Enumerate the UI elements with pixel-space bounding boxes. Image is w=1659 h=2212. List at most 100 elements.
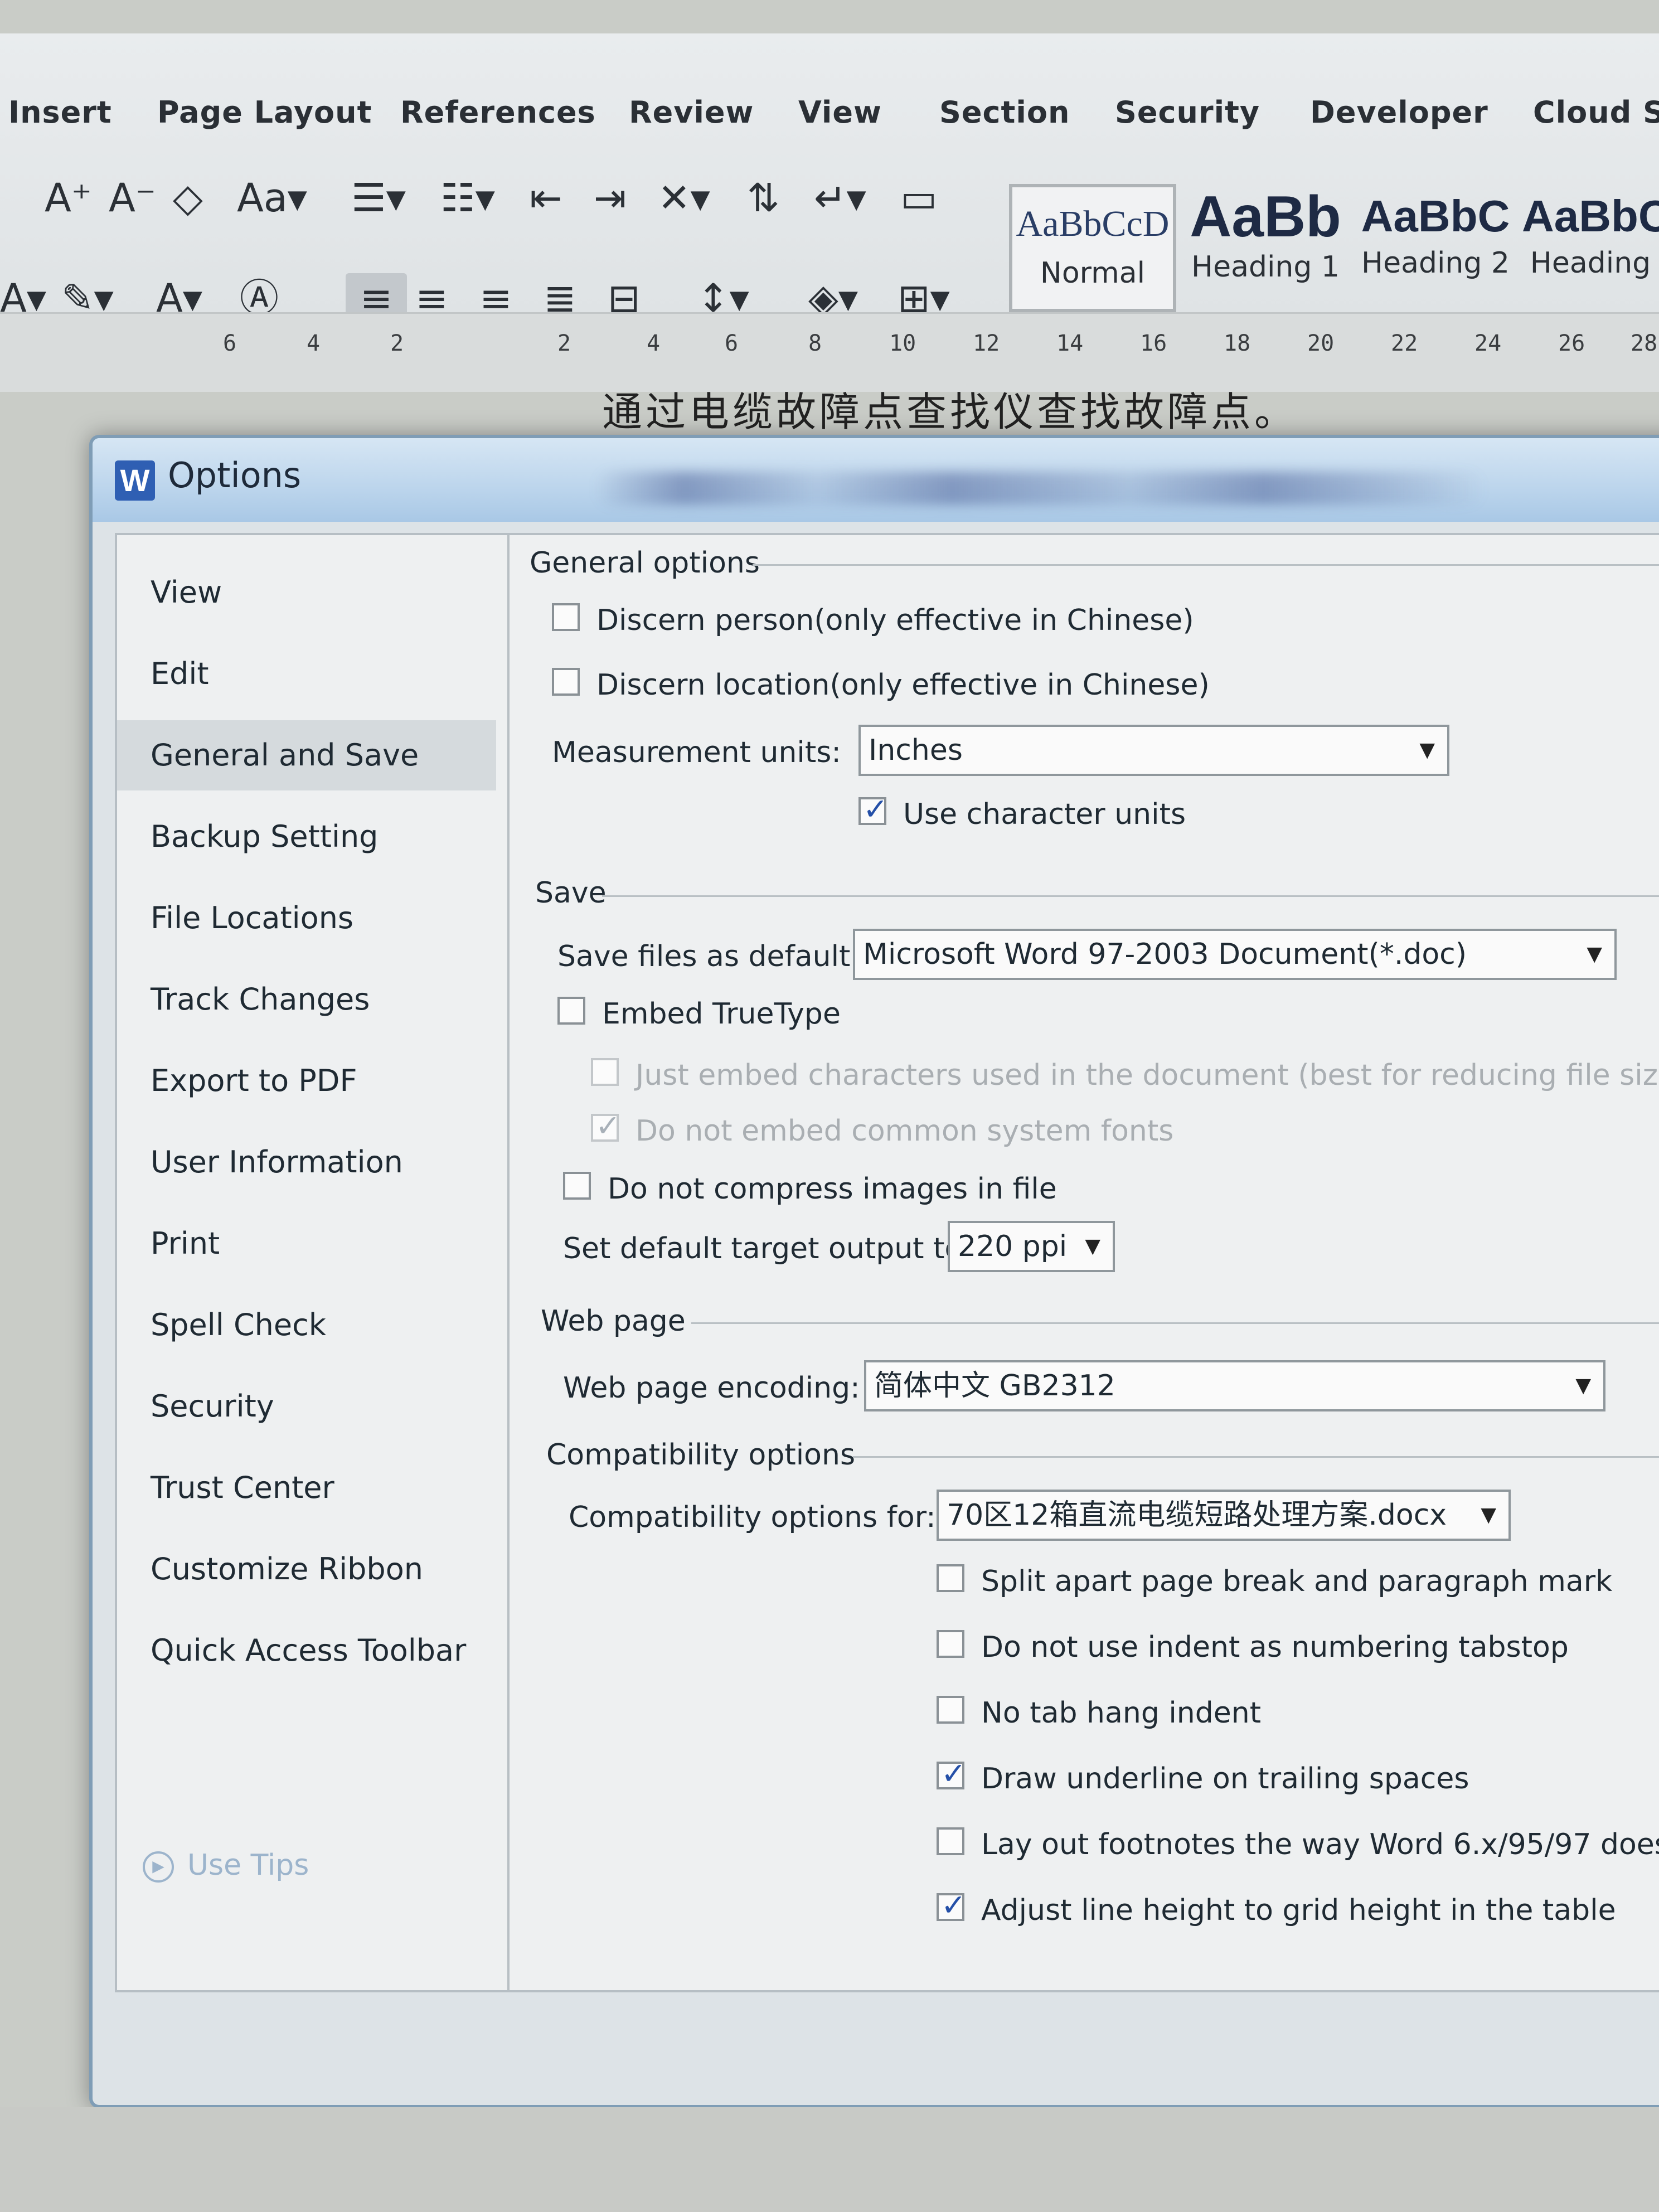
style-heading-2[interactable]: AaBbC Heading 2: [1355, 184, 1516, 312]
style-normal[interactable]: AaBbCcD Normal: [1009, 184, 1176, 312]
desk-background: [0, 2107, 1659, 2212]
compat-item-row[interactable]: Do not use indent as numbering tabstop: [937, 1629, 1569, 1664]
style-heading-1[interactable]: AaBb Heading 1: [1182, 184, 1349, 312]
chinese-layout-icon[interactable]: ✕▾: [658, 173, 710, 223]
nav-item-view[interactable]: View: [117, 557, 496, 628]
tab-page-layout[interactable]: Page Layout: [157, 95, 372, 130]
ruler-tick: 22: [1391, 331, 1418, 356]
show-marks-icon[interactable]: ↵▾: [814, 173, 866, 223]
style-heading-1-label: Heading 1: [1191, 250, 1340, 284]
tab-developer[interactable]: Developer: [1310, 95, 1488, 130]
nav-item-user-information[interactable]: User Information: [117, 1127, 496, 1197]
nav-item-print[interactable]: Print: [117, 1209, 496, 1279]
decrease-indent-icon[interactable]: ⇤: [530, 173, 562, 223]
nav-item-track-changes[interactable]: Track Changes: [117, 964, 496, 1035]
style-normal-preview: AaBbCcD: [1016, 203, 1170, 244]
discern-location-label: Discern location(only effective in Chine…: [596, 668, 1210, 702]
embed-truetype-checkbox[interactable]: [557, 997, 585, 1025]
compat-item-checkbox[interactable]: [937, 1696, 964, 1724]
compat-item-label: Do not use indent as numbering tabstop: [981, 1631, 1569, 1664]
use-char-units-row[interactable]: Use character units: [858, 792, 1186, 831]
ruler-tick: 20: [1307, 331, 1335, 356]
measurement-units-value: Inches: [869, 734, 963, 767]
tab-cloud-service[interactable]: Cloud Se: [1533, 95, 1659, 130]
dropdown-arrow-icon: ▼: [1587, 943, 1602, 966]
web-encoding-select[interactable]: 简体中文 GB2312 ▼: [864, 1360, 1605, 1411]
nav-item-security[interactable]: Security: [117, 1371, 496, 1442]
discern-person-checkbox[interactable]: [552, 603, 580, 631]
compat-item-checkbox[interactable]: [937, 1630, 964, 1658]
save-as-label: Save files as default:: [557, 940, 860, 973]
dialog-body: View Edit General and Save Backup Settin…: [115, 533, 1659, 1992]
compat-for-value: 70区12箱直流电缆短路处理方案.docx: [947, 1498, 1447, 1532]
bullet-list-icon[interactable]: ☰▾: [351, 173, 406, 223]
ruler-tick: 2: [390, 331, 404, 356]
measurement-units-select[interactable]: Inches ▼: [858, 725, 1449, 776]
change-case-icon[interactable]: Aa▾: [237, 173, 307, 223]
measurement-units-label: Measurement units:: [552, 736, 841, 769]
no-compress-row[interactable]: Do not compress images in file: [563, 1171, 1057, 1206]
group-divider: [853, 1456, 1659, 1458]
compat-item-row[interactable]: Split apart page break and paragraph mar…: [937, 1563, 1612, 1598]
dialog-titlebar[interactable]: W Options: [93, 438, 1659, 522]
nav-item-export-to-pdf[interactable]: Export to PDF: [117, 1046, 496, 1116]
clear-format-icon[interactable]: ◇: [173, 173, 203, 223]
save-as-select[interactable]: Microsoft Word 97-2003 Document(*.doc) ▼: [853, 929, 1617, 980]
increase-indent-icon[interactable]: ⇥: [594, 173, 627, 223]
compat-item-label: Adjust line height to grid height in the…: [981, 1894, 1616, 1927]
nav-item-quick-access-toolbar[interactable]: Quick Access Toolbar: [117, 1616, 496, 1686]
compat-item-row[interactable]: No tab hang indent: [937, 1695, 1261, 1730]
tab-view[interactable]: View: [798, 95, 882, 130]
group-divider: [602, 895, 1659, 897]
table-border-icon[interactable]: ▭: [900, 173, 937, 223]
compat-item-checkbox[interactable]: [937, 1888, 966, 1923]
sort-icon[interactable]: ⇅: [747, 173, 780, 223]
group-divider: [753, 564, 1659, 566]
target-output-select[interactable]: 220 ppi ▼: [948, 1221, 1115, 1272]
nav-item-trust-center[interactable]: Trust Center: [117, 1453, 496, 1523]
tab-insert[interactable]: Insert: [8, 95, 112, 130]
nav-item-edit[interactable]: Edit: [117, 639, 496, 709]
compat-item-row[interactable]: Adjust line height to grid height in the…: [937, 1888, 1616, 1927]
nav-item-customize-ribbon[interactable]: Customize Ribbon: [117, 1534, 496, 1604]
nav-item-backup-setting[interactable]: Backup Setting: [117, 802, 496, 872]
discern-location-row[interactable]: Discern location(only effective in Chine…: [552, 667, 1210, 702]
numbered-list-icon[interactable]: ☷▾: [440, 173, 495, 223]
tab-security[interactable]: Security: [1115, 95, 1260, 130]
nav-item-spell-check[interactable]: Spell Check: [117, 1290, 496, 1360]
styles-gallery: AaBbCcD Normal AaBb Heading 1 AaBbC Head…: [1009, 184, 1659, 315]
style-heading-3[interactable]: AaBbC Heading: [1522, 184, 1659, 312]
shrink-font-icon[interactable]: A⁻: [109, 173, 156, 223]
compat-for-label: Compatibility options for:: [569, 1501, 936, 1534]
compat-item-label: Lay out footnotes the way Word 6.x/95/97…: [981, 1828, 1659, 1861]
tab-section[interactable]: Section: [939, 95, 1070, 130]
discern-location-checkbox[interactable]: [552, 668, 580, 696]
compat-item-checkbox[interactable]: [937, 1564, 964, 1592]
compat-item-row[interactable]: Draw underline on trailing spaces: [937, 1756, 1469, 1796]
ruler-tick: 16: [1140, 331, 1167, 356]
nav-item-file-locations[interactable]: File Locations: [117, 883, 496, 953]
options-panel: General options Discern person(only effe…: [518, 535, 1659, 1990]
embed-truetype-row[interactable]: Embed TrueType: [557, 996, 841, 1031]
dropdown-arrow-icon: ▼: [1481, 1503, 1496, 1526]
tab-review[interactable]: Review: [629, 95, 754, 130]
compat-item-row[interactable]: Lay out footnotes the way Word 6.x/95/97…: [937, 1826, 1659, 1861]
no-compress-checkbox[interactable]: [563, 1172, 591, 1200]
compat-item-checkbox[interactable]: [937, 1756, 966, 1791]
compat-item-checkbox[interactable]: [937, 1827, 964, 1855]
ruler-tick: 2: [557, 331, 571, 356]
save-title: Save: [535, 876, 607, 910]
ruler-tick: 26: [1558, 331, 1585, 356]
use-char-units-checkbox[interactable]: [858, 792, 888, 827]
discern-person-row[interactable]: Discern person(only effective in Chinese…: [552, 602, 1194, 637]
discern-person-label: Discern person(only effective in Chinese…: [596, 604, 1194, 637]
ribbon: Insert Page Layout References Review Vie…: [0, 33, 1659, 323]
compat-for-select[interactable]: 70区12箱直流电缆短路处理方案.docx ▼: [937, 1490, 1511, 1541]
nav-item-general-and-save[interactable]: General and Save: [117, 720, 496, 790]
tab-references[interactable]: References: [400, 95, 596, 130]
grow-font-icon[interactable]: A⁺: [45, 173, 92, 223]
just-embed-checkbox: [591, 1058, 619, 1086]
no-common-fonts-label: Do not embed common system fonts: [636, 1114, 1174, 1148]
use-tips-link[interactable]: ▶ Use Tips: [143, 1849, 309, 1883]
web-encoding-value: 简体中文 GB2312: [874, 1369, 1115, 1403]
